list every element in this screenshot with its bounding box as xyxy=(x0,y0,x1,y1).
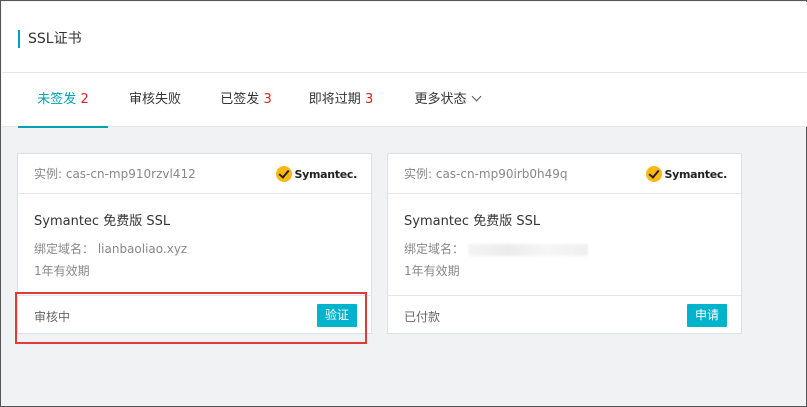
tab-unissued[interactable]: 未签发 2 xyxy=(18,73,108,128)
product-name: Symantec 免费版 SSL xyxy=(404,214,541,229)
title-accent-bar xyxy=(18,30,20,48)
apply-button[interactable]: 申请 xyxy=(686,304,727,327)
page-header: SSL证书 xyxy=(2,2,807,73)
status-tabs: 未签发 2 审核失败 已签发 3 即将过期 3 更多状态 xyxy=(2,73,807,128)
bound-domain-label: 绑定域名： xyxy=(404,242,465,256)
instance-id: 实例: cas-cn-mp910rzvl412 xyxy=(34,167,196,181)
symantec-logo: Symantec. xyxy=(646,166,727,182)
brand-name: Symantec. xyxy=(664,167,727,181)
instance-id: 实例: cas-cn-mp90irb0h49q xyxy=(404,167,568,181)
bound-domain: 绑定域名： xyxy=(404,240,589,257)
tab-label: 更多状态 xyxy=(414,92,467,107)
tab-label: 即将过期 xyxy=(308,92,361,107)
tab-expiring-soon[interactable]: 即将过期 3 xyxy=(298,73,384,127)
tab-label: 未签发 xyxy=(37,92,77,107)
product-name: Symantec 免费版 SSL xyxy=(34,214,171,229)
bound-domain: 绑定域名： lianbaoliao.xyz xyxy=(34,242,188,256)
tab-label: 审核失败 xyxy=(128,92,181,107)
symantec-checkmark-icon xyxy=(646,166,663,182)
chevron-down-icon xyxy=(471,91,481,102)
symantec-logo: Symantec. xyxy=(276,166,357,182)
tab-count: 3 xyxy=(263,92,272,107)
page-title: SSL证书 xyxy=(28,31,82,47)
page: SSL证书 未签发 2 审核失败 已签发 3 即将过期 3 更多状态 实例: c… xyxy=(0,0,807,407)
symantec-checkmark-icon xyxy=(276,166,293,182)
tab-more-status[interactable]: 更多状态 xyxy=(402,73,492,127)
tab-issued[interactable]: 已签发 3 xyxy=(208,73,284,127)
tab-label: 已签发 xyxy=(220,92,260,107)
tab-count: 3 xyxy=(364,92,374,107)
redacted-domain xyxy=(468,243,589,256)
validity-period: 1年有效期 xyxy=(404,264,460,278)
status-text: 已付款 xyxy=(404,310,441,324)
validity-period: 1年有效期 xyxy=(34,264,90,278)
card-footer: 已付款 申请 xyxy=(388,295,741,334)
card-header: 实例: cas-cn-mp910rzvl412 Symantec. xyxy=(18,154,371,194)
card-header: 实例: cas-cn-mp90irb0h49q Symantec. xyxy=(388,154,741,194)
tab-count: 2 xyxy=(80,92,89,107)
highlight-box xyxy=(15,292,367,344)
certificate-card: 实例: cas-cn-mp90irb0h49q Symantec. Symant… xyxy=(387,153,742,334)
brand-name: Symantec. xyxy=(294,167,357,181)
tab-review-failed[interactable]: 审核失败 xyxy=(118,73,192,127)
